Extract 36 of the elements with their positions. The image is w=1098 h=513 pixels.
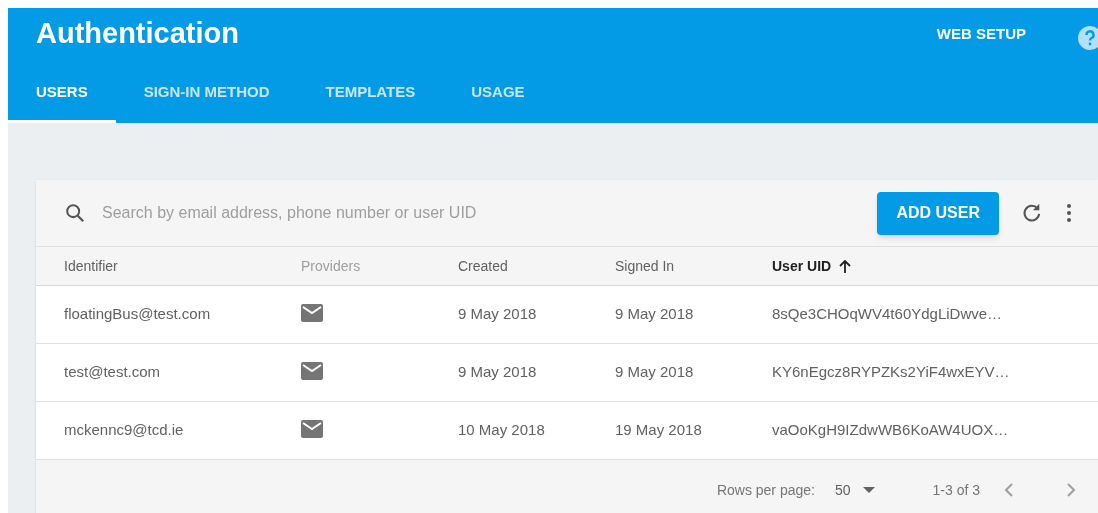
web-setup-link[interactable]: WEB SETUP	[936, 22, 1026, 46]
search-toolbar[interactable]: Search by email address, phone number or user UID ADD USER	[36, 180, 1098, 247]
search-icon	[64, 202, 86, 224]
sort-arrow-icon[interactable]	[839, 259, 852, 273]
add-user-button[interactable]: ADD USER	[877, 191, 999, 235]
tab[interactable]: TEMPLATES	[297, 60, 444, 123]
column-header[interactable]: Signed In	[615, 255, 675, 277]
signed-in-cell: 9 May 2018	[615, 363, 694, 381]
user-uid-cell: 8sQe3CHOqWV4t60YdgLiDwve…	[772, 305, 1003, 323]
column-header[interactable]: User UID	[772, 255, 832, 277]
envelope-icon	[301, 361, 323, 380]
envelope-icon	[301, 419, 323, 438]
created-cell: 9 May 2018	[458, 363, 537, 381]
more-icon[interactable]	[1066, 203, 1072, 223]
user-uid-cell: KY6nEgcz8RYPZKs2YiF4wxEYV…	[772, 363, 1010, 381]
page-title: Authentication	[36, 16, 239, 52]
rows-per-page-label: Rows per page:	[716, 480, 815, 500]
column-header[interactable]: Identifier	[64, 255, 118, 277]
envelope-icon	[301, 303, 323, 322]
refresh-icon[interactable]	[1021, 202, 1043, 224]
dropdown-caret-icon[interactable]	[862, 487, 875, 493]
search-field[interactable]: Search by email address, phone number or user UID	[102, 201, 862, 225]
identifier-cell: mckennc9@tcd.ie	[64, 421, 184, 439]
created-cell: 10 May 2018	[458, 421, 545, 439]
tab[interactable]: USAGE	[443, 60, 553, 123]
identifier-cell: test@test.com	[64, 363, 161, 381]
signed-in-cell: 9 May 2018	[615, 305, 694, 323]
column-header[interactable]: Created	[458, 255, 508, 277]
page-range: 1-3 of 3	[932, 480, 980, 500]
signed-in-cell: 19 May 2018	[615, 421, 702, 439]
user-uid-cell: vaOoKgH9IZdwWB6KoAW4UOX…	[772, 421, 1009, 439]
column-header: Providers	[301, 256, 361, 276]
rows-per-page-select[interactable]: 50	[834, 479, 875, 501]
identifier-cell: floatingBus@test.com	[64, 305, 211, 323]
tab[interactable]: SIGN-IN METHOD	[115, 60, 298, 123]
created-cell: 9 May 2018	[458, 305, 537, 323]
